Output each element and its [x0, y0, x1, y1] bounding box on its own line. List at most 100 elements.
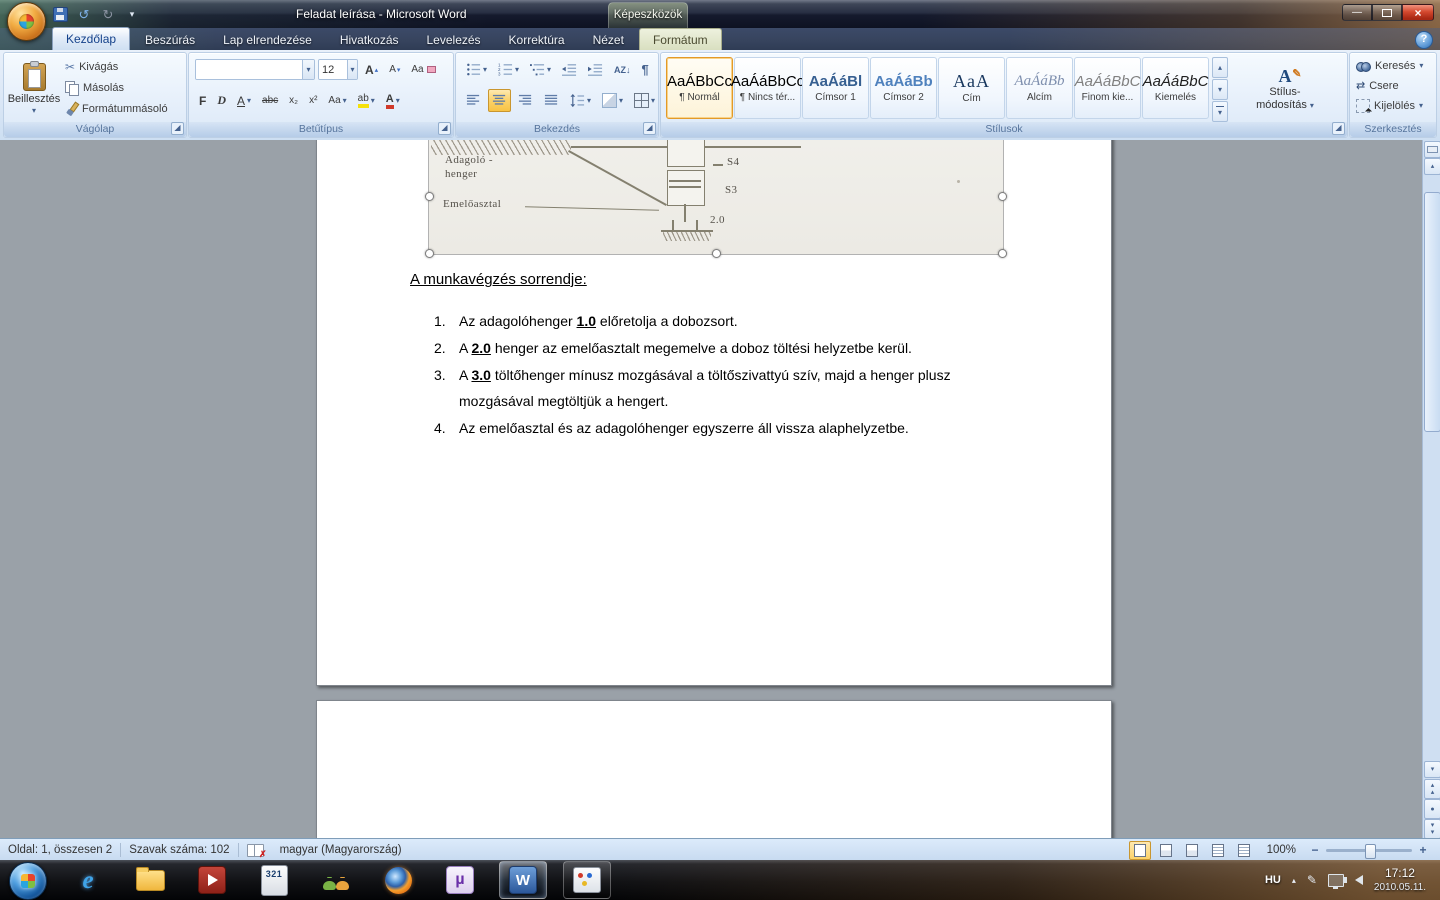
scroll-up-button[interactable]: ▴ — [1424, 158, 1440, 175]
zoom-slider[interactable] — [1326, 843, 1412, 859]
minimize-button[interactable]: — — [1342, 4, 1372, 21]
hidden-icons-button[interactable]: ▴ — [1292, 876, 1296, 885]
dialog-launcher-icon[interactable]: ◢ — [1332, 122, 1345, 135]
strikethrough-button[interactable]: abc — [258, 89, 282, 112]
increase-indent-button[interactable] — [584, 58, 607, 81]
select-browse-object-button[interactable]: ● — [1424, 799, 1440, 819]
style-heading1[interactable]: AaÁáBl Címsor 1 — [802, 57, 869, 119]
text-highlight-button[interactable]: ab ▾ — [354, 89, 379, 112]
style-heading2[interactable]: AaÁáBb Címsor 2 — [870, 57, 937, 119]
outline-view-button[interactable] — [1207, 841, 1229, 860]
save-button[interactable] — [50, 5, 70, 23]
font-color-button[interactable]: A ▾ — [382, 89, 404, 112]
office-button[interactable] — [7, 2, 46, 41]
gallery-scroll-down-button[interactable]: ▾ — [1212, 79, 1228, 100]
tab-hivatkozas[interactable]: Hivatkozás — [327, 29, 412, 50]
redo-button[interactable]: ↻ — [98, 5, 118, 23]
style-subtitle[interactable]: AaÁáBb Alcím — [1006, 57, 1073, 119]
borders-button[interactable]: ▾ — [630, 89, 659, 112]
draft-view-button[interactable] — [1233, 841, 1255, 860]
shrink-font-button[interactable]: A ▾ — [385, 58, 404, 81]
bullets-button[interactable]: ▾ — [462, 58, 491, 81]
zoom-out-button[interactable]: − — [1308, 843, 1322, 857]
web-layout-view-button[interactable] — [1181, 841, 1203, 860]
resize-handle-bottom-left[interactable] — [425, 249, 434, 258]
dialog-launcher-icon[interactable]: ◢ — [171, 122, 184, 135]
select-button[interactable]: Kijelölés ▾ — [1354, 97, 1425, 115]
tab-korrektura[interactable]: Korrektúra — [496, 29, 578, 50]
align-left-button[interactable] — [462, 89, 485, 112]
align-center-button[interactable] — [488, 89, 511, 112]
page-indicator[interactable]: Oldal: 1, összesen 2 — [0, 844, 120, 856]
help-button[interactable]: ? — [1415, 31, 1433, 49]
page-2[interactable] — [316, 700, 1112, 838]
restore-button[interactable] — [1372, 4, 1402, 21]
shading-button[interactable]: ▾ — [598, 89, 627, 112]
underline-button[interactable]: A ▾ — [233, 89, 255, 112]
clear-formatting-button[interactable]: Aa — [407, 58, 439, 81]
style-emphasis[interactable]: AaÁáBbC Kiemelés — [1142, 57, 1209, 119]
grow-font-button[interactable]: A ▴ — [361, 58, 382, 81]
zoom-level[interactable]: 100% — [1259, 844, 1304, 856]
zoom-slider-thumb[interactable] — [1365, 843, 1376, 859]
bold-button[interactable]: F — [195, 89, 210, 112]
replace-button[interactable]: ⇄ Csere — [1354, 77, 1425, 95]
language-indicator[interactable]: magyar (Magyarország) — [272, 844, 410, 856]
resize-handle-bottom-right[interactable] — [998, 249, 1007, 258]
tab-nezet[interactable]: Nézet — [580, 29, 637, 50]
vertical-scrollbar[interactable]: ▴ ▾ ▴ ▴ ● ▾ ▾ — [1422, 140, 1440, 838]
dialog-launcher-icon[interactable]: ◢ — [643, 122, 656, 135]
justify-button[interactable] — [540, 89, 563, 112]
numbering-button[interactable]: 123 ▾ — [494, 58, 523, 81]
tab-formatum[interactable]: Formátum — [638, 28, 722, 50]
font-name-combo[interactable]: ▾ — [195, 59, 315, 80]
taskbar-firefox[interactable] — [375, 862, 421, 898]
dialog-launcher-icon[interactable]: ◢ — [438, 122, 451, 135]
change-styles-button[interactable]: A ✎ Stílus- módosítás ▾ — [1233, 57, 1337, 121]
taskbar-calculator[interactable]: 321 — [251, 862, 297, 898]
resize-handle-bottom-center[interactable] — [712, 249, 721, 258]
font-size-combo[interactable]: ▾ — [318, 59, 358, 80]
line-spacing-button[interactable]: ▾ — [566, 89, 595, 112]
resize-handle-left[interactable] — [425, 192, 434, 201]
zoom-in-button[interactable]: + — [1416, 843, 1430, 857]
taskbar-messenger[interactable] — [313, 862, 359, 898]
taskbar-word[interactable]: W — [499, 861, 547, 899]
italic-button[interactable]: D — [213, 89, 230, 112]
document-area[interactable]: Adagoló - henger Emelőasztal S4 S3 2.0 A… — [0, 140, 1440, 838]
spellcheck-status[interactable] — [239, 843, 272, 860]
font-size-input[interactable] — [319, 60, 347, 79]
scrollbar-thumb[interactable] — [1424, 192, 1440, 432]
gallery-scroll-up-button[interactable]: ▴ — [1212, 57, 1228, 78]
qat-customize-button[interactable]: ▾ — [122, 5, 142, 23]
style-subtle-emphasis[interactable]: AaÁáBbC Finom kie... — [1074, 57, 1141, 119]
superscript-button[interactable]: x² — [305, 89, 321, 112]
find-button[interactable]: Keresés ▾ — [1354, 57, 1425, 75]
full-screen-view-button[interactable] — [1155, 841, 1177, 860]
ruler-toggle-button[interactable] — [1424, 141, 1440, 158]
word-count[interactable]: Szavak száma: 102 — [121, 844, 237, 856]
change-case-button[interactable]: Aa ▾ — [324, 89, 350, 112]
taskbar-paint[interactable] — [563, 861, 611, 899]
taskbar-explorer[interactable] — [127, 862, 173, 898]
multilevel-list-button[interactable]: ▾ — [526, 58, 555, 81]
previous-page-button[interactable]: ▴ ▴ — [1424, 779, 1440, 799]
tab-lap-elrendezese[interactable]: Lap elrendezése — [210, 29, 325, 50]
pen-tray-icon[interactable]: ✎ — [1307, 874, 1317, 886]
cut-button[interactable]: ✂ Kivágás — [62, 57, 171, 77]
clock[interactable]: 17:12 2010.05.11. — [1374, 865, 1426, 896]
copy-button[interactable]: Másolás — [62, 78, 171, 98]
network-icon[interactable] — [1327, 873, 1344, 889]
gallery-more-button[interactable]: ▾ — [1212, 101, 1228, 122]
tab-levelezes[interactable]: Levelezés — [414, 29, 494, 50]
subscript-button[interactable]: x₂ — [285, 89, 302, 112]
format-painter-button[interactable]: Formátummásoló — [62, 99, 171, 119]
print-layout-view-button[interactable] — [1128, 840, 1151, 860]
paste-button[interactable]: Beillesztés ▾ — [8, 57, 60, 121]
language-bar[interactable]: HU — [1265, 874, 1281, 886]
sort-button[interactable]: AZ↓ — [610, 58, 635, 81]
resize-handle-right[interactable] — [998, 192, 1007, 201]
close-button[interactable]: × — [1402, 4, 1434, 21]
show-paragraph-marks-button[interactable]: ¶ — [638, 58, 653, 81]
volume-icon[interactable] — [1342, 875, 1363, 885]
